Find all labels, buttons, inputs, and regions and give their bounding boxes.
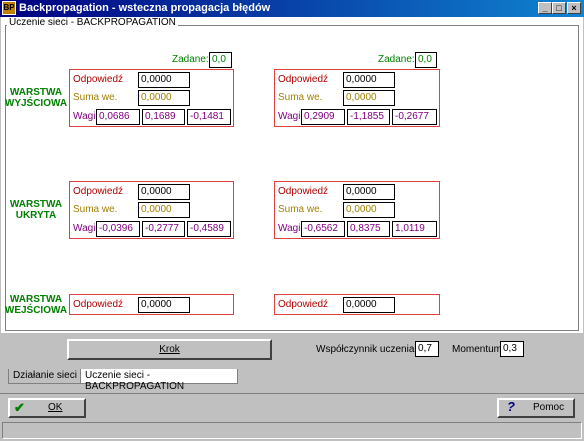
output-1-waga-1[interactable]: 0,0686: [96, 109, 140, 125]
output-1-waga-3[interactable]: -0,1481: [187, 109, 231, 125]
wagi-label: Wagi: [278, 111, 301, 122]
wspolczynnik-input[interactable]: 0,7: [415, 341, 439, 357]
odpowiedz-label: Odpowiedź: [73, 74, 124, 85]
status-bar: [2, 422, 582, 439]
input-1-odpowiedz[interactable]: 0,0000: [138, 297, 190, 313]
wagi-label: Wagi: [73, 111, 96, 122]
group-caption: Uczenie sieci - BACKPROPAGATION: [7, 17, 178, 28]
zadane-input-1[interactable]: 0,0: [209, 52, 232, 68]
suma-label: Suma we.: [73, 204, 118, 215]
title-bar[interactable]: BP Backpropagation - wsteczna propagacja…: [0, 0, 584, 17]
hidden-2-waga-3[interactable]: 1,0119: [392, 221, 437, 237]
check-icon: ✔: [14, 400, 25, 415]
hidden-2-odpowiedz[interactable]: 0,0000: [343, 184, 395, 200]
hidden-1-waga-3[interactable]: -0,4589: [187, 221, 231, 237]
zadane-label-2: Zadane:: [378, 54, 415, 65]
suma-label: Suma we.: [278, 92, 323, 103]
odpowiedz-label: Odpowiedź: [278, 299, 329, 310]
output-2-waga-1[interactable]: 0,2909: [301, 109, 345, 125]
minimize-button[interactable]: _: [538, 2, 552, 14]
layer-label-hidden: WARSTWA UKRYTA: [9, 199, 63, 221]
footer-bar: ✔ OK ? Pomoc: [0, 393, 584, 419]
layer-label-input: WARSTWA WEJŚCIOWA: [4, 294, 68, 316]
tab-uczenie-sieci[interactable]: Uczenie sieci - BACKPROPAGATION: [80, 369, 238, 392]
tab-dzialanie-sieci[interactable]: Działanie sieci: [8, 369, 82, 384]
momentum-label: Momentum:: [452, 344, 505, 355]
ok-button[interactable]: ✔ OK: [8, 398, 86, 418]
pomoc-button[interactable]: ? Pomoc: [497, 398, 575, 418]
hidden-1-odpowiedz[interactable]: 0,0000: [138, 184, 190, 200]
wagi-label: Wagi: [278, 223, 301, 234]
pomoc-label: Pomoc: [533, 402, 565, 413]
window-title: Backpropagation - wsteczna propagacja bł…: [19, 2, 271, 14]
output-2-waga-2[interactable]: -1,1855: [347, 109, 390, 125]
krok-button[interactable]: Krok: [67, 339, 272, 360]
output-1-waga-2[interactable]: 0,1689: [142, 109, 185, 125]
zadane-label-1: Zadane:: [172, 54, 209, 65]
control-area: Krok Współczynnik uczenia: 0,7 Momentum:…: [1, 333, 583, 369]
suma-label: Suma we.: [278, 204, 323, 215]
wagi-label: Wagi: [73, 223, 96, 234]
odpowiedz-label: Odpowiedź: [278, 186, 329, 197]
main-panel: Uczenie sieci - BACKPROPAGATION Zadane: …: [1, 17, 583, 333]
zadane-input-2[interactable]: 0,0: [415, 52, 437, 68]
tab-row: Działanie sieci Uczenie sieci - BACKPROP…: [0, 369, 584, 392]
close-button[interactable]: ×: [567, 2, 581, 14]
output-1-suma[interactable]: 0,0000: [138, 90, 190, 106]
hidden-1-waga-2[interactable]: -0,2777: [142, 221, 185, 237]
wspolczynnik-label: Współczynnik uczenia:: [316, 344, 418, 355]
odpowiedz-label: Odpowiedź: [73, 186, 124, 197]
odpowiedz-label: Odpowiedź: [73, 299, 124, 310]
hidden-1-waga-1[interactable]: -0,0396: [96, 221, 140, 237]
ok-label: OK: [48, 402, 63, 413]
input-2-odpowiedz[interactable]: 0,0000: [343, 297, 395, 313]
output-1-odpowiedz[interactable]: 0,0000: [138, 72, 190, 88]
help-icon: ?: [507, 399, 515, 414]
output-2-odpowiedz[interactable]: 0,0000: [343, 72, 395, 88]
layer-label-output: WARSTWA WYJŚCIOWA: [4, 87, 68, 109]
hidden-2-waga-2[interactable]: 0,8375: [347, 221, 390, 237]
hidden-2-suma[interactable]: 0,0000: [343, 202, 395, 218]
suma-label: Suma we.: [73, 92, 118, 103]
output-2-suma[interactable]: 0,0000: [343, 90, 395, 106]
hidden-2-waga-1[interactable]: -0,6562: [301, 221, 345, 237]
momentum-input[interactable]: 0,3: [500, 341, 524, 357]
maximize-button[interactable]: □: [552, 2, 566, 14]
output-2-waga-3[interactable]: -0,2677: [392, 109, 437, 125]
app-icon[interactable]: BP: [2, 1, 16, 15]
odpowiedz-label: Odpowiedź: [278, 74, 329, 85]
hidden-1-suma[interactable]: 0,0000: [138, 202, 190, 218]
